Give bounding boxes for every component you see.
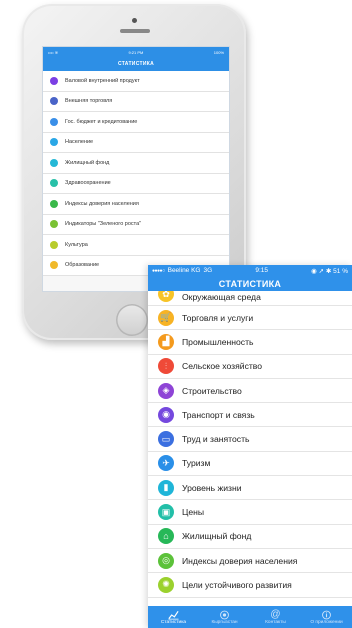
- list-item[interactable]: ▣ Цены: [148, 500, 352, 525]
- phone-list-item[interactable]: Здравоохранение: [43, 173, 229, 194]
- tab-at[interactable]: @ Контакты: [250, 606, 301, 628]
- list-item[interactable]: ⌂ Жилищный фонд: [148, 525, 352, 549]
- factory-icon: ▟: [158, 333, 174, 350]
- tab-emblem[interactable]: Кыргызстан: [199, 606, 250, 628]
- population-icon: [50, 138, 58, 147]
- phone-screen: •••• ≋ 9:21 PM 100% СТАТИСТИКА Валовой в…: [42, 46, 230, 292]
- phone-list-item[interactable]: Гос. бюджет и кредитование: [43, 112, 229, 133]
- chart-icon: [168, 609, 179, 620]
- emblem-icon: [219, 609, 230, 620]
- list-item[interactable]: ⫶ Сельское хозяйство: [148, 355, 352, 379]
- tab-chart[interactable]: Статистика: [148, 606, 199, 628]
- list-item-label: Труд и занятость: [182, 434, 250, 445]
- nav-title: СТАТИСТИКА: [148, 276, 352, 291]
- phone-nav-title: СТАТИСТИКА: [43, 57, 229, 71]
- culture-icon: [50, 240, 58, 249]
- list-item-label: Индексы доверия населения: [182, 555, 298, 566]
- phone-status-time: 9:21 PM: [128, 49, 144, 55]
- camera-dot: [132, 18, 137, 23]
- list-item[interactable]: ✈ Туризм: [148, 452, 352, 477]
- trust-index-icon: [50, 199, 58, 208]
- status-network: 3G: [203, 267, 213, 274]
- environment-icon: ✿: [158, 291, 174, 302]
- education-icon: [50, 261, 58, 270]
- tab-label: Контакты: [265, 620, 286, 625]
- house-icon: ⌂: [158, 528, 174, 545]
- trust-index-icon: ◎: [158, 552, 174, 569]
- list-item[interactable]: ▟ Промышленность: [148, 330, 352, 355]
- status-carrier: Beeline KG: [167, 267, 201, 274]
- cart-icon: 🛒: [158, 309, 174, 326]
- list-item-label: Промышленность: [182, 336, 254, 347]
- phone-status-signal: •••• ≋: [48, 49, 59, 55]
- living-standard-icon: ▮: [158, 479, 174, 496]
- at-icon: @: [270, 608, 281, 620]
- transport-icon: ◉: [158, 406, 174, 423]
- app-screenshot: ●●●●○ Beeline KG 3G 9:15 ◉ ➚ ✱ 51 % СТАТ…: [148, 265, 352, 628]
- status-right: ◉ ➚ ✱ 51 %: [311, 267, 348, 275]
- phone-list-item[interactable]: Валовой внутренний продукт: [43, 71, 229, 92]
- green-growth-icon: [50, 220, 58, 229]
- healthcare-icon: [50, 179, 58, 188]
- sdg-icon: ✺: [158, 576, 174, 593]
- phone-list-item[interactable]: Население: [43, 132, 229, 153]
- list-item[interactable]: ✺ Цели устойчивого развития: [148, 573, 352, 598]
- tab-label: О приложении: [310, 620, 343, 625]
- category-list: ✿ Окружающая среда 🛒 Торговля и услуги ▟ Пром…: [148, 291, 352, 598]
- list-item-label: Уровень жизни: [182, 482, 242, 493]
- tab-label: Статистика: [160, 620, 187, 625]
- list-item-label: Транспорт и связь: [182, 409, 255, 420]
- list-item-label: Окружающая среда: [182, 292, 261, 302]
- status-time: 9:15: [255, 267, 268, 274]
- list-item-label: Строительство: [182, 385, 242, 396]
- house-icon: [50, 158, 58, 167]
- tab-info[interactable]: О приложении: [301, 606, 352, 628]
- phone-category-list: Валовой внутренний продукт Внешняя торго…: [43, 71, 229, 276]
- phone-list-item[interactable]: Жилищный фонд: [43, 153, 229, 174]
- list-item[interactable]: ◉ Транспорт и связь: [148, 403, 352, 428]
- list-item[interactable]: ◈ Строительство: [148, 379, 352, 404]
- list-item-label: Цели устойчивого развития: [182, 579, 292, 590]
- phone-list-item[interactable]: Индикаторы "Зеленого роста": [43, 214, 229, 235]
- phone-status-bar: •••• ≋ 9:21 PM 100%: [43, 47, 229, 57]
- list-item-label: Туризм: [182, 458, 211, 469]
- list-item[interactable]: ▮ Уровень жизни: [148, 476, 352, 501]
- construction-icon: ◈: [158, 382, 174, 399]
- phone-list-item[interactable]: Культура: [43, 235, 229, 256]
- tab-bar: Статистика Кыргызстан @ Контакты О приложени…: [148, 606, 352, 628]
- tourism-icon: ✈: [158, 455, 174, 472]
- list-item-label: Сельское хозяйство: [182, 361, 263, 372]
- info-icon: [321, 609, 332, 620]
- list-item[interactable]: ▭ Труд и занятость: [148, 427, 352, 452]
- budget-icon: [50, 117, 58, 126]
- signal-icon: ●●●●○: [152, 267, 165, 274]
- list-item[interactable]: ✿ Окружающая среда: [148, 291, 352, 306]
- list-item-label: Жилищный фонд: [182, 531, 252, 542]
- agriculture-icon: ⫶: [158, 358, 174, 375]
- list-item-label: Цены: [182, 507, 205, 518]
- speaker-slot: [120, 29, 150, 33]
- home-button[interactable]: [116, 304, 148, 336]
- trade-icon: [50, 97, 58, 106]
- phone-status-battery: 100%: [213, 49, 224, 55]
- prices-icon: ▣: [158, 504, 174, 521]
- list-item[interactable]: ◎ Индексы доверия населения: [148, 549, 352, 574]
- briefcase-icon: ▭: [158, 431, 174, 448]
- phone-list-item[interactable]: Индексы доверия населения: [43, 194, 229, 215]
- tab-label: Кыргызстан: [211, 620, 238, 625]
- list-item-label: Торговля и услуги: [182, 312, 254, 323]
- gdp-icon: [50, 76, 58, 85]
- list-item[interactable]: 🛒 Торговля и услуги: [148, 306, 352, 331]
- phone-list-item[interactable]: Внешняя торговля: [43, 91, 229, 112]
- status-bar: ●●●●○ Beeline KG 3G 9:15 ◉ ➚ ✱ 51 %: [148, 265, 352, 276]
